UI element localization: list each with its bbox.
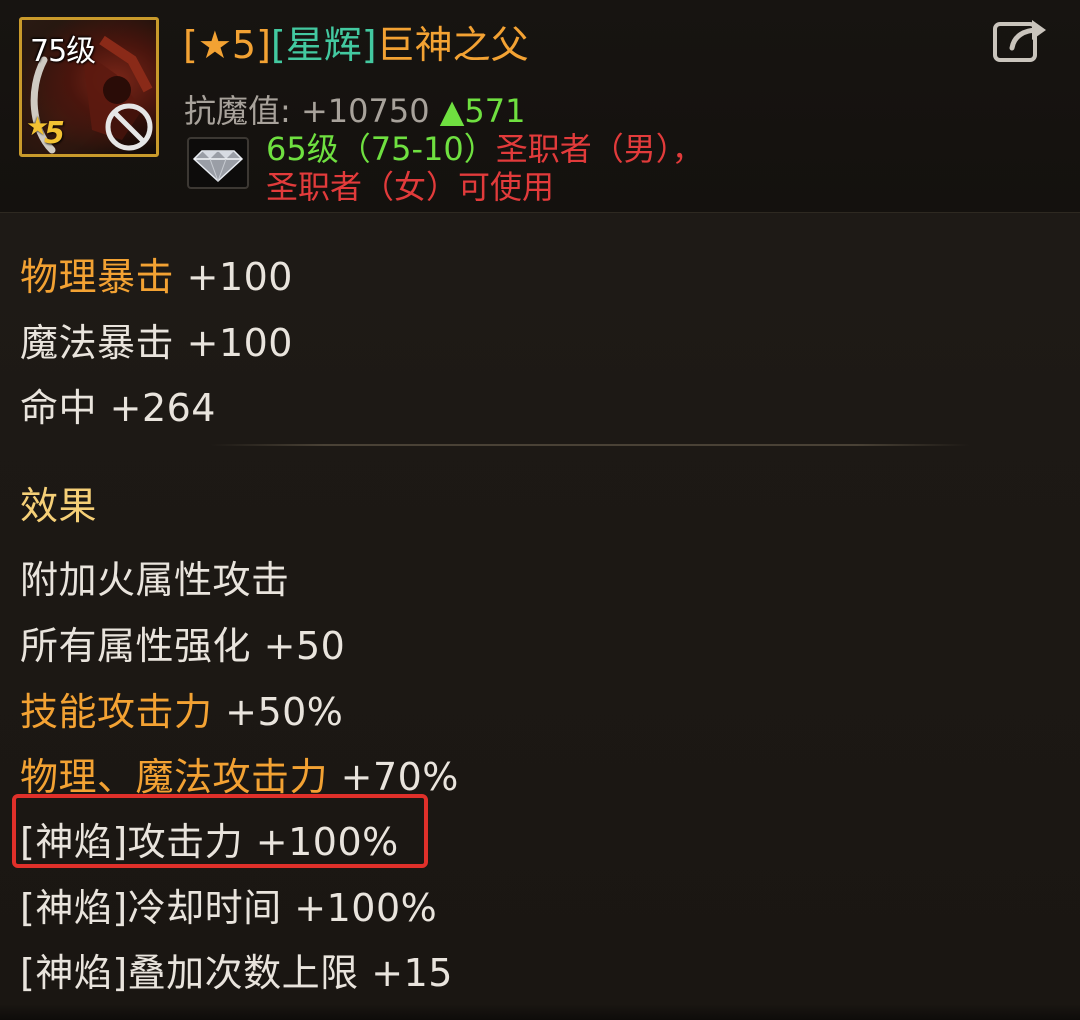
stat-name: 物理暴击 [20,255,175,299]
star-rank-number: 5 [44,116,65,151]
export-button[interactable] [992,14,1050,66]
diamond-gem-icon [192,150,244,183]
effect-phys-magic-attack: 物理、魔法攻击力 +70% [20,746,459,801]
item-name: 巨神之父 [376,23,529,67]
effect-name: 物理、魔法攻击力 [20,755,329,799]
effect-fire-attack: 附加火属性攻击 [20,558,290,602]
tooltip-bottom-edge [0,1004,1080,1020]
effect-value: +50% [225,690,344,734]
gem-slot[interactable] [187,137,249,189]
effect-name: 技能攻击力 [20,690,213,734]
effect-skill-attack: 技能攻击力 +50% [20,681,343,736]
effect-name: [神焰]冷却时间 [20,886,282,930]
title-tag: 星辉 [285,23,362,67]
stat-hit: 命中 +264 [20,377,216,432]
title-star-rank: ★5 [197,23,257,67]
effect-value: +70% [340,755,459,799]
stat-value: +264 [109,386,216,430]
item-title: [★5][星辉]巨神之父 [183,14,529,69]
requirement-line-2: 圣职者（女）可使用 [266,168,555,206]
title-tag-bracket: ] [361,23,377,67]
item-level-badge: 75级 [30,34,96,69]
stat-name: 命中 [20,386,98,430]
no-entry-icon [105,103,153,151]
effect-divine-flame-stack-limit: [神焰]叠加次数上限 +15 [20,942,453,997]
stat-physical-crit: 物理暴击 +100 [20,246,293,301]
star-rank-badge: ★ 5 [26,112,76,152]
title-bracket: ] [256,23,271,67]
effect-value: +100% [294,886,438,930]
effect-all-element: 所有属性强化 +50 [20,615,345,670]
stat-value: +100 [186,321,293,365]
effect-value: +15 [371,951,453,995]
stat-magic-crit: 魔法暴击 +100 [20,312,293,367]
effects-title: 效果 [20,484,98,528]
item-icon[interactable]: 75级 ★ 5 [19,17,159,157]
title-tag-bracket: [ [270,23,286,67]
tooltip-header: 75级 ★ 5 [★5][星辉]巨神之父 抗魔值: +10750 ▲571 65… [0,0,1080,213]
item-tooltip: 75级 ★ 5 [★5][星辉]巨神之父 抗魔值: +10750 ▲571 65… [0,0,1080,1020]
effect-value: +50 [263,624,346,668]
effect-divine-flame-cooldown: [神焰]冷却时间 +100% [20,877,437,932]
highlight-box [12,794,428,868]
section-divider [210,444,970,446]
title-bracket: [ [183,23,198,67]
effect-name: 所有属性强化 [20,624,252,668]
stat-value: +100 [186,255,293,299]
stat-name: 魔法暴击 [20,321,175,365]
export-icon [993,20,1046,62]
effect-name: [神焰]叠加次数上限 [20,951,359,995]
